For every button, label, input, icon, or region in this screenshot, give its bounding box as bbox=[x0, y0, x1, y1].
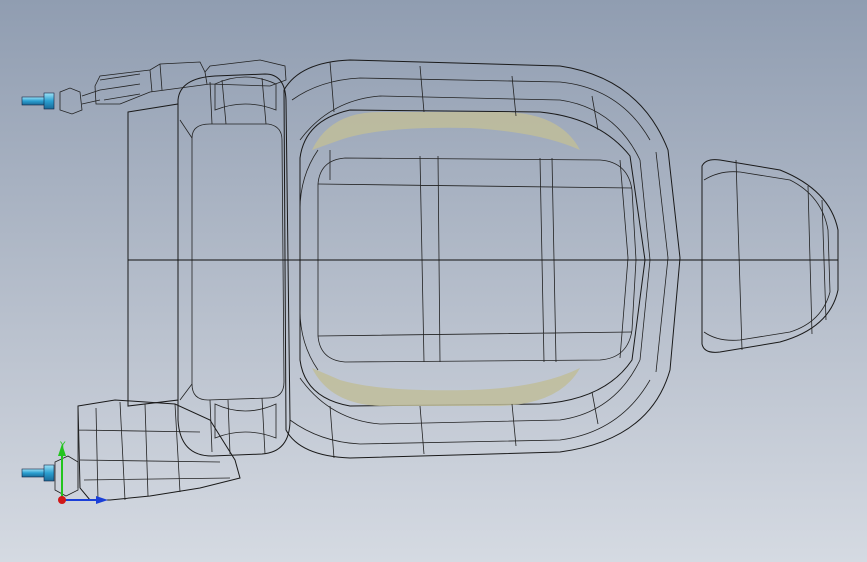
connector-pin-icon[interactable] bbox=[21, 92, 55, 110]
top-hinge-mechanism[interactable] bbox=[59, 59, 287, 115]
main-seat-cushion[interactable] bbox=[283, 59, 681, 459]
cad-viewport[interactable]: Y bbox=[0, 0, 867, 562]
seat-model-view[interactable]: Y bbox=[0, 0, 867, 562]
coordinate-triad-icon: Y bbox=[58, 441, 108, 504]
seat-back-panel[interactable] bbox=[127, 103, 179, 407]
connector-pin-icon[interactable] bbox=[21, 464, 55, 482]
triad-y-label: Y bbox=[59, 441, 66, 451]
left-bolster-cushion[interactable] bbox=[177, 73, 291, 457]
headrest-cushion[interactable] bbox=[701, 159, 839, 353]
